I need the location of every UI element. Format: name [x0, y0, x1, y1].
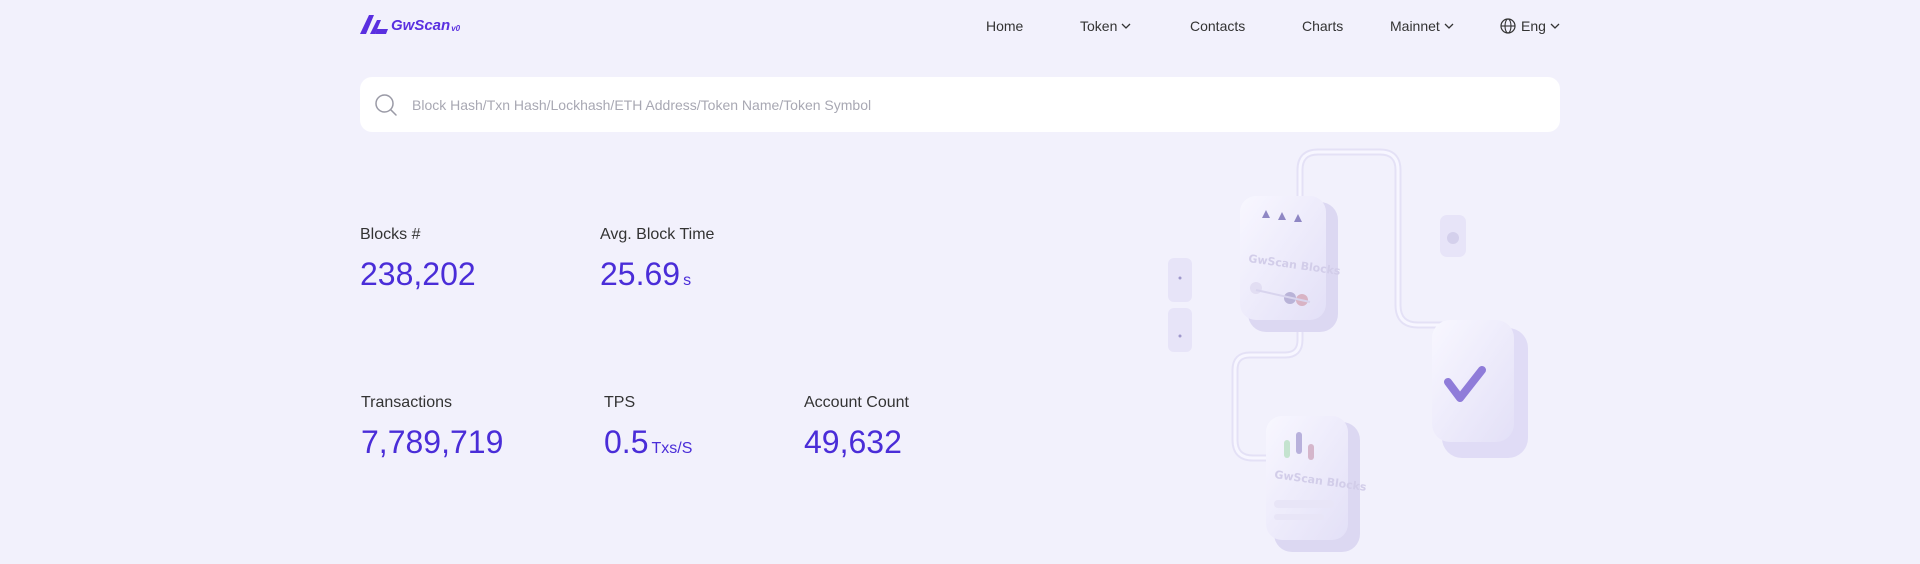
stat-blocks-label: Blocks # [360, 226, 421, 243]
stat-avg-block-time: Avg. Block Time 25.69 s [600, 225, 714, 300]
network-label: Mainnet [1390, 18, 1440, 34]
stat-avg-block-time-number: 25.69 [600, 256, 681, 292]
stat-tps-number: 0.5 [604, 424, 649, 460]
block-card-bottom: GwScan Blocks [1266, 416, 1368, 552]
logo-mark-icon [360, 15, 388, 34]
nav-contacts[interactable]: Contacts [1190, 16, 1245, 36]
block-card-top: GwScan Blocks [1240, 196, 1342, 332]
stat-account-count-value: 49,632 [804, 423, 909, 461]
nav-contacts-label: Contacts [1190, 18, 1246, 34]
logo-version: v0 [451, 24, 461, 33]
stat-avg-block-time-unit: s [683, 272, 692, 289]
logo[interactable]: GwScan v0 [360, 14, 460, 34]
search-icon[interactable] [374, 93, 398, 117]
chevron-down-icon [1444, 23, 1454, 29]
stat-tps-unit: Txs/S [651, 440, 693, 457]
stat-transactions-number: 7,789,719 [361, 424, 504, 460]
nav-token-label: Token [1080, 18, 1118, 34]
stat-account-count: Account Count 49,632 [804, 393, 909, 461]
language-selector[interactable]: Eng [1500, 16, 1560, 36]
nav-charts-label: Charts [1302, 18, 1344, 34]
search-input[interactable] [412, 77, 1532, 132]
stat-transactions-value: 7,789,719 [361, 423, 503, 461]
blocks-illustration: GwScan Blocks GwScan Blocks [1168, 148, 1528, 552]
stat-avg-block-time-label: Avg. Block Time [600, 226, 715, 243]
language-label: Eng [1521, 18, 1546, 34]
stat-blocks: Blocks # 238,202 [360, 225, 476, 293]
nav-home[interactable]: Home [986, 16, 1023, 36]
stat-account-count-label: Account Count [804, 394, 909, 411]
nav-charts[interactable]: Charts [1302, 16, 1343, 36]
nav-token-dropdown[interactable]: Token [1080, 16, 1131, 36]
stat-tps-label: TPS [604, 394, 636, 411]
logo-text: GwScan [391, 17, 451, 34]
stat-blocks-value: 238,202 [360, 255, 476, 293]
network-selector[interactable]: Mainnet [1390, 16, 1454, 36]
stat-transactions-label: Transactions [361, 394, 452, 411]
nav-home-label: Home [986, 18, 1024, 34]
chevron-down-icon [1121, 23, 1131, 29]
chevron-down-icon [1550, 23, 1560, 29]
stat-transactions: Transactions 7,789,719 [361, 393, 503, 461]
search-bar [360, 77, 1560, 132]
stat-avg-block-time-value: 25.69 s [600, 255, 714, 300]
stat-account-count-number: 49,632 [804, 424, 902, 460]
check-card [1432, 320, 1528, 458]
globe-icon [1500, 18, 1516, 34]
stat-tps: TPS 0.5 Txs/S [604, 393, 692, 468]
stat-tps-value: 0.5 Txs/S [604, 423, 692, 468]
stat-blocks-number: 238,202 [360, 256, 476, 292]
